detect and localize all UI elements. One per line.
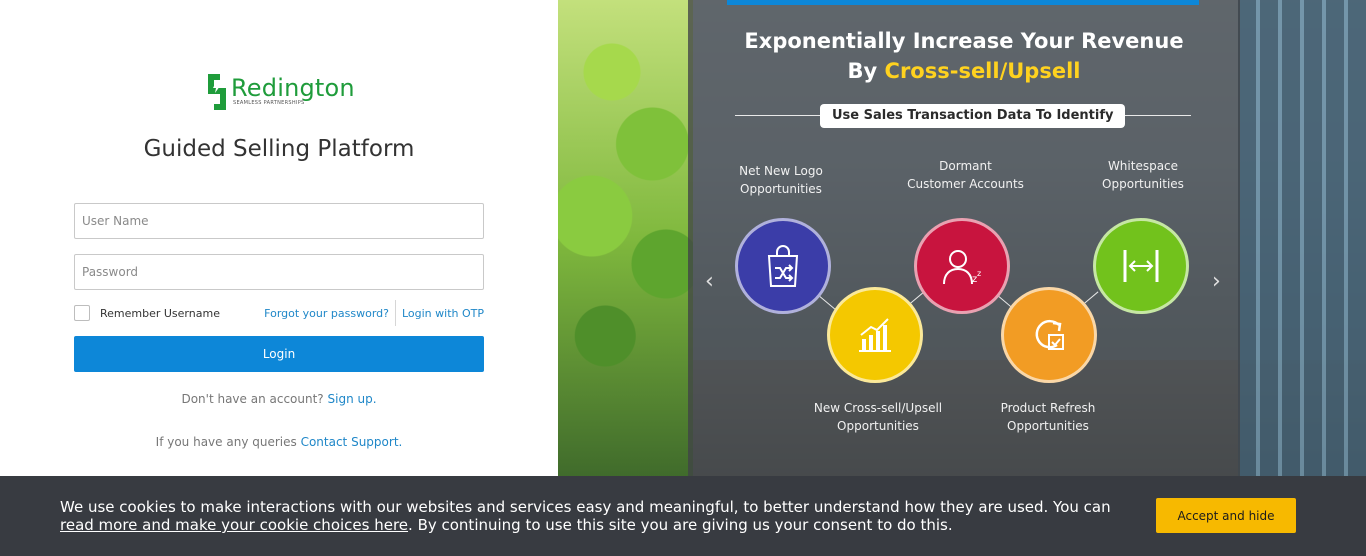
remember-username: Remember Username: [74, 305, 220, 321]
sleeping-user-icon: z z: [943, 250, 981, 285]
cookie-text-suffix: . By continuing to use this site you are…: [408, 516, 953, 534]
forgot-password-link[interactable]: Forgot your password?: [264, 307, 389, 320]
caption-line: Product Refresh: [1000, 401, 1096, 415]
caption-cross-sell: New Cross-sell/Upsell Opportunities: [803, 399, 953, 435]
promo-banner: Exponentially Increase Your Revenue By C…: [558, 0, 1366, 556]
caption-line: Dormant: [939, 159, 992, 173]
promo-title-line1: Exponentially Increase Your Revenue: [744, 29, 1184, 53]
caption-line: Customer Accounts: [907, 177, 1024, 191]
dormant-accounts-circle: z z: [914, 218, 1010, 314]
contact-support-link[interactable]: Contact Support.: [301, 435, 403, 449]
app-title: Guided Selling Platform: [143, 136, 415, 162]
promo-title: Exponentially Increase Your Revenue By C…: [688, 26, 1240, 86]
caption-product-refresh: Product Refresh Opportunities: [988, 399, 1108, 435]
bar-chart-growth-icon: [859, 318, 891, 352]
password-input[interactable]: [74, 254, 484, 290]
login-panel: Redington SEAMLESS PARTNERSHIPS Guided S…: [0, 0, 558, 556]
cookie-read-more-link[interactable]: read more and make your cookie choices h…: [60, 516, 408, 534]
shopping-bag-shuffle-icon: [767, 245, 799, 287]
product-refresh-circle: [1001, 287, 1097, 383]
link-divider: [394, 300, 396, 326]
accept-and-hide-button[interactable]: Accept and hide: [1156, 498, 1296, 533]
redington-logo: Redington SEAMLESS PARTNERSHIPS: [206, 74, 355, 110]
caption-dormant: Dormant Customer Accounts: [898, 157, 1033, 193]
cookie-text: We use cookies to make interactions with…: [60, 498, 1120, 534]
caption-whitespace: Whitespace Opportunities: [1088, 157, 1198, 193]
caption-line: Net New Logo: [739, 164, 823, 178]
background-trees: [558, 0, 693, 480]
auth-links: Forgot your password? Login with OTP: [264, 300, 484, 326]
signup-link[interactable]: Sign up.: [328, 392, 377, 406]
carousel-prev-arrow-icon[interactable]: ‹: [705, 271, 717, 293]
svg-text:z: z: [977, 269, 981, 278]
carousel-next-arrow-icon[interactable]: ›: [1212, 271, 1224, 293]
whitespace-circle: [1093, 218, 1189, 314]
signup-prefix: Don't have an account?: [181, 392, 324, 406]
username-input[interactable]: [74, 203, 484, 239]
promo-subtitle: Use Sales Transaction Data To Identify: [820, 104, 1126, 128]
cross-sell-circle: [827, 287, 923, 383]
support-prefix: If you have any queries: [155, 435, 297, 449]
cookie-banner: We use cookies to make interactions with…: [0, 476, 1366, 556]
promo-title-highlight: Cross-sell/Upsell: [884, 59, 1081, 83]
remember-username-label: Remember Username: [100, 306, 220, 320]
redington-logo-mark-icon: [208, 74, 226, 110]
caption-net-new-logo: Net New Logo Opportunities: [726, 162, 836, 198]
caption-line: Opportunities: [1007, 419, 1089, 433]
caption-line: Opportunities: [740, 182, 822, 196]
login-with-otp-link[interactable]: Login with OTP: [402, 307, 484, 320]
cookie-text-prefix: We use cookies to make interactions with…: [60, 498, 1111, 516]
brand-name: Redington: [231, 74, 355, 102]
promo-title-prefix: By: [847, 59, 878, 83]
caption-line: Whitespace: [1107, 159, 1179, 173]
login-button[interactable]: Login: [74, 336, 484, 372]
refresh-check-icon: [1035, 320, 1064, 350]
promo-title-line2: By Cross-sell/Upsell: [688, 56, 1240, 86]
caption-line: Opportunities: [1102, 177, 1184, 191]
expand-width-icon: [1123, 250, 1159, 282]
caption-line: Opportunities: [837, 419, 919, 433]
promo-top-bar: [727, 0, 1199, 5]
support-prompt: If you have any queries Contact Support.: [0, 435, 558, 449]
background-building: [1238, 0, 1366, 480]
net-new-logo-circle: [735, 218, 831, 314]
remember-username-checkbox[interactable]: [74, 305, 90, 321]
caption-line: New Cross-sell/Upsell: [813, 401, 943, 415]
signup-prompt: Don't have an account? Sign up.: [0, 392, 558, 406]
